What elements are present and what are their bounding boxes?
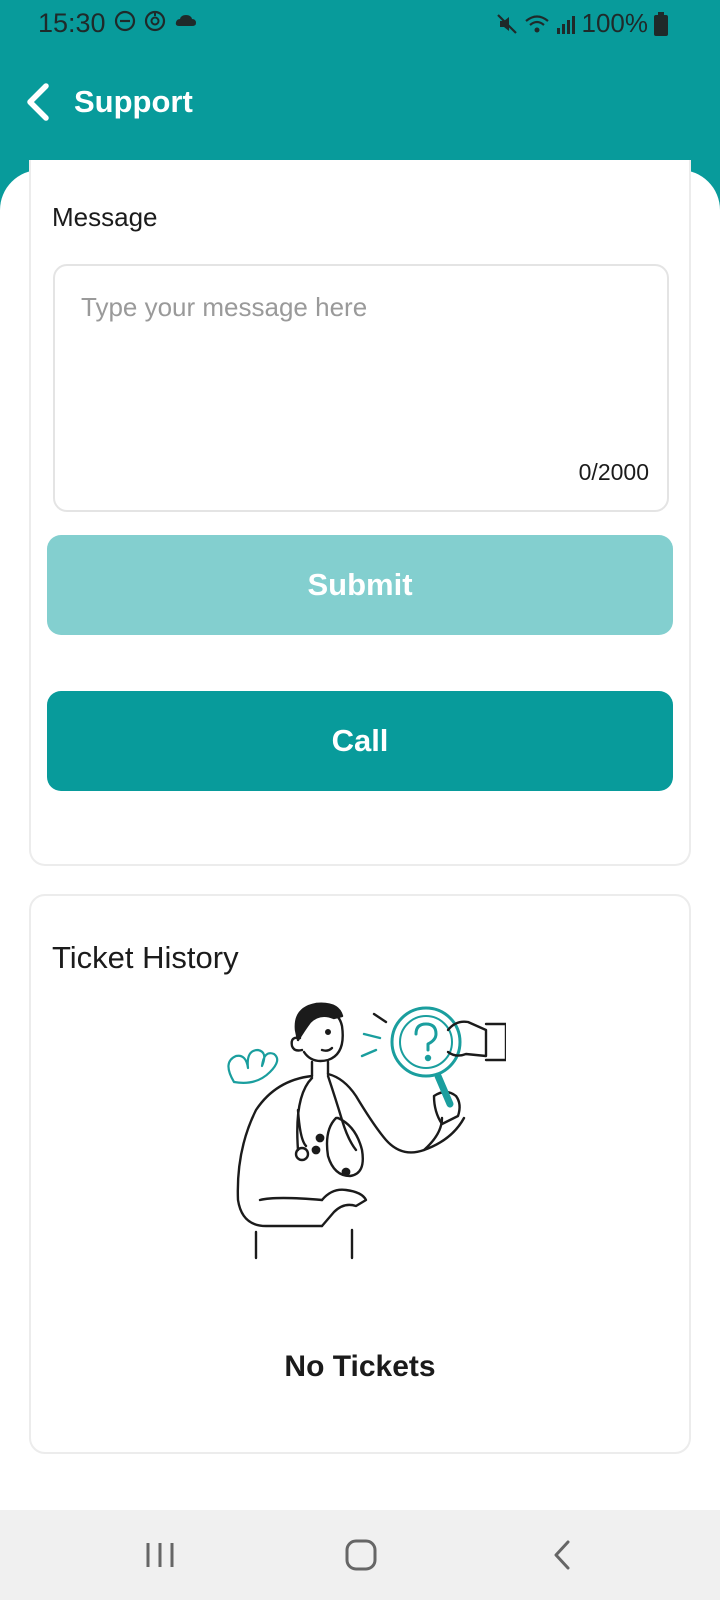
- back-button[interactable]: [18, 80, 62, 124]
- home-button[interactable]: [331, 1530, 391, 1580]
- support-screen: 15:30 100% Support Message Type your mes…: [0, 0, 720, 1600]
- char-counter: 0/2000: [578, 459, 649, 485]
- message-input[interactable]: [81, 292, 641, 442]
- cloud-icon: [174, 10, 198, 32]
- system-nav-bar: [0, 1510, 720, 1600]
- do-not-disturb-icon: [114, 10, 136, 32]
- recents-button[interactable]: [130, 1530, 190, 1580]
- status-left-icons: [114, 10, 198, 32]
- status-time: 15:30: [38, 8, 106, 38]
- mute-icon: [496, 13, 518, 35]
- ticket-history-title: Ticket History: [52, 940, 239, 975]
- back-icon: [554, 1540, 570, 1570]
- home-icon: [345, 1539, 377, 1571]
- empty-state-text: No Tickets: [284, 1350, 436, 1383]
- battery-percentage: 100%: [581, 8, 649, 38]
- status-right-icons: 100%: [496, 8, 668, 39]
- call-button[interactable]: Call: [47, 691, 673, 791]
- submit-button[interactable]: Submit: [47, 535, 673, 635]
- vpn-icon: [144, 10, 166, 32]
- status-bar: 15:30 100%: [0, 0, 720, 48]
- doctor-with-magnifier-illustration: [216, 1000, 508, 1290]
- system-back-button[interactable]: [533, 1530, 593, 1580]
- battery-icon: [654, 11, 668, 36]
- chevron-left-icon: [27, 83, 49, 121]
- wifi-icon: [524, 13, 550, 35]
- signal-icon: [556, 13, 576, 35]
- message-label: Message: [52, 202, 158, 232]
- page-title: Support: [74, 84, 193, 119]
- recents-icon: [146, 1543, 174, 1567]
- message-field-container: 0/2000: [53, 264, 669, 512]
